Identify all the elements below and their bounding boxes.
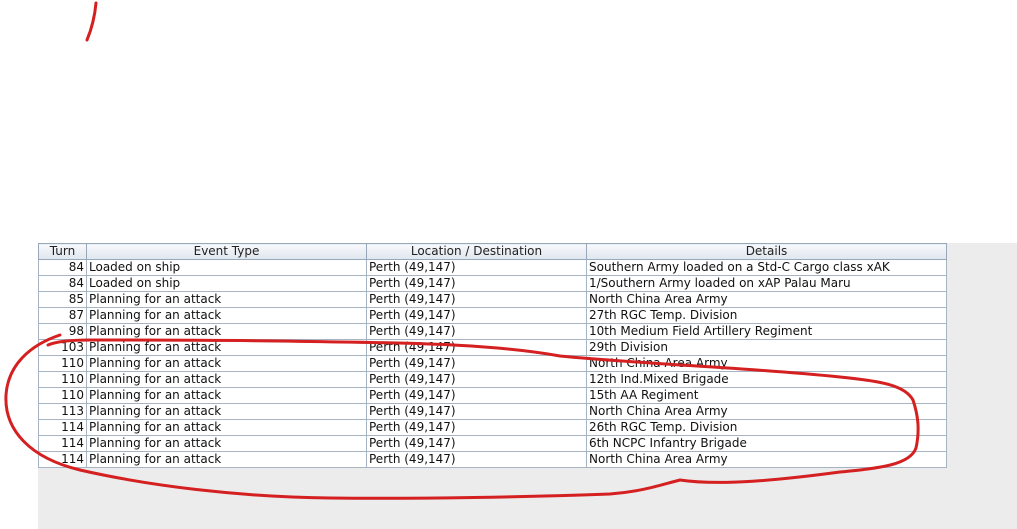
event-type-cell: Planning for an attack xyxy=(86,403,367,420)
event-log-table: Turn Event Type Location / Destination D… xyxy=(38,243,947,468)
details-cell: 26th RGC Temp. Division xyxy=(586,419,947,436)
details-cell: North China Area Army xyxy=(586,291,947,308)
turn-cell: 103 xyxy=(38,339,87,356)
location-cell: Perth (49,147) xyxy=(366,371,587,388)
event-type-cell: Planning for an attack xyxy=(86,339,367,356)
event-type-cell: Planning for an attack xyxy=(86,435,367,452)
location-cell: Perth (49,147) xyxy=(366,291,587,308)
annotation-tick-stroke xyxy=(85,1,98,42)
turn-cell: 84 xyxy=(38,275,87,292)
location-cell: Perth (49,147) xyxy=(366,419,587,436)
details-cell: 10th Medium Field Artillery Regiment xyxy=(586,323,947,340)
details-cell: 1/Southern Army loaded on xAP Palau Maru xyxy=(586,275,947,292)
turn-cell: 113 xyxy=(38,403,87,420)
event-type-cell: Loaded on ship xyxy=(86,259,367,276)
event-type-cell: Loaded on ship xyxy=(86,275,367,292)
column-header-details[interactable]: Details xyxy=(586,243,947,260)
turn-cell: 98 xyxy=(38,323,87,340)
location-cell: Perth (49,147) xyxy=(366,323,587,340)
table-row[interactable]: 87 Planning for an attack Perth (49,147) 27… xyxy=(38,307,947,324)
details-cell: North China Area Army xyxy=(586,403,947,420)
table-row[interactable]: 85 Planning for an attack Perth (49,147) No… xyxy=(38,291,947,308)
turn-cell: 114 xyxy=(38,419,87,436)
turn-cell: 85 xyxy=(38,291,87,308)
turn-cell: 114 xyxy=(38,451,87,468)
event-type-cell: Planning for an attack xyxy=(86,355,367,372)
details-cell: 15th AA Regiment xyxy=(586,387,947,404)
table-row[interactable]: 110 Planning for an attack Perth (49,147) 1… xyxy=(38,371,947,388)
location-cell: Perth (49,147) xyxy=(366,451,587,468)
location-cell: Perth (49,147) xyxy=(366,275,587,292)
event-type-cell: Planning for an attack xyxy=(86,291,367,308)
turn-cell: 114 xyxy=(38,435,87,452)
table-row[interactable]: 84 Loaded on ship Perth (49,147) 1/Southern… xyxy=(38,275,947,292)
table-row[interactable]: 103 Planning for an attack Perth (49,147) 2… xyxy=(38,339,947,356)
turn-cell: 110 xyxy=(38,387,87,404)
table-row[interactable]: 114 Planning for an attack Perth (49,147) 2… xyxy=(38,419,947,436)
location-cell: Perth (49,147) xyxy=(366,307,587,324)
table-row[interactable]: 98 Planning for an attack Perth (49,147) 10… xyxy=(38,323,947,340)
event-type-cell: Planning for an attack xyxy=(86,323,367,340)
table-row[interactable]: 84 Loaded on ship Perth (49,147) Southern A… xyxy=(38,259,947,276)
location-cell: Perth (49,147) xyxy=(366,339,587,356)
details-cell: 6th NCPC Infantry Brigade xyxy=(586,435,947,452)
turn-cell: 84 xyxy=(38,259,87,276)
location-cell: Perth (49,147) xyxy=(366,387,587,404)
column-header-turn[interactable]: Turn xyxy=(38,243,87,260)
location-cell: Perth (49,147) xyxy=(366,435,587,452)
event-type-cell: Planning for an attack xyxy=(86,387,367,404)
event-type-cell: Planning for an attack xyxy=(86,371,367,388)
location-cell: Perth (49,147) xyxy=(366,259,587,276)
location-cell: Perth (49,147) xyxy=(366,355,587,372)
table-row[interactable]: 114 Planning for an attack Perth (49,147) 6… xyxy=(38,435,947,452)
table-row[interactable]: 114 Planning for an attack Perth (49,147) N… xyxy=(38,451,947,468)
details-cell: North China Area Army xyxy=(586,451,947,468)
event-type-cell: Planning for an attack xyxy=(86,419,367,436)
location-cell: Perth (49,147) xyxy=(366,403,587,420)
table-row[interactable]: 110 Planning for an attack Perth (49,147) 1… xyxy=(38,387,947,404)
event-type-cell: Planning for an attack xyxy=(86,451,367,468)
details-cell: North China Area Army xyxy=(586,355,947,372)
table-row[interactable]: 113 Planning for an attack Perth (49,147) N… xyxy=(38,403,947,420)
details-cell: 27th RGC Temp. Division xyxy=(586,307,947,324)
details-cell: 12th Ind.Mixed Brigade xyxy=(586,371,947,388)
turn-cell: 110 xyxy=(38,355,87,372)
column-header-location[interactable]: Location / Destination xyxy=(366,243,587,260)
table-row[interactable]: 110 Planning for an attack Perth (49,147) N… xyxy=(38,355,947,372)
turn-cell: 110 xyxy=(38,371,87,388)
event-type-cell: Planning for an attack xyxy=(86,307,367,324)
table-header-row: Turn Event Type Location / Destination D… xyxy=(38,243,947,260)
details-cell: 29th Division xyxy=(586,339,947,356)
column-header-event-type[interactable]: Event Type xyxy=(86,243,367,260)
details-cell: Southern Army loaded on a Std-C Cargo cl… xyxy=(586,259,947,276)
turn-cell: 87 xyxy=(38,307,87,324)
